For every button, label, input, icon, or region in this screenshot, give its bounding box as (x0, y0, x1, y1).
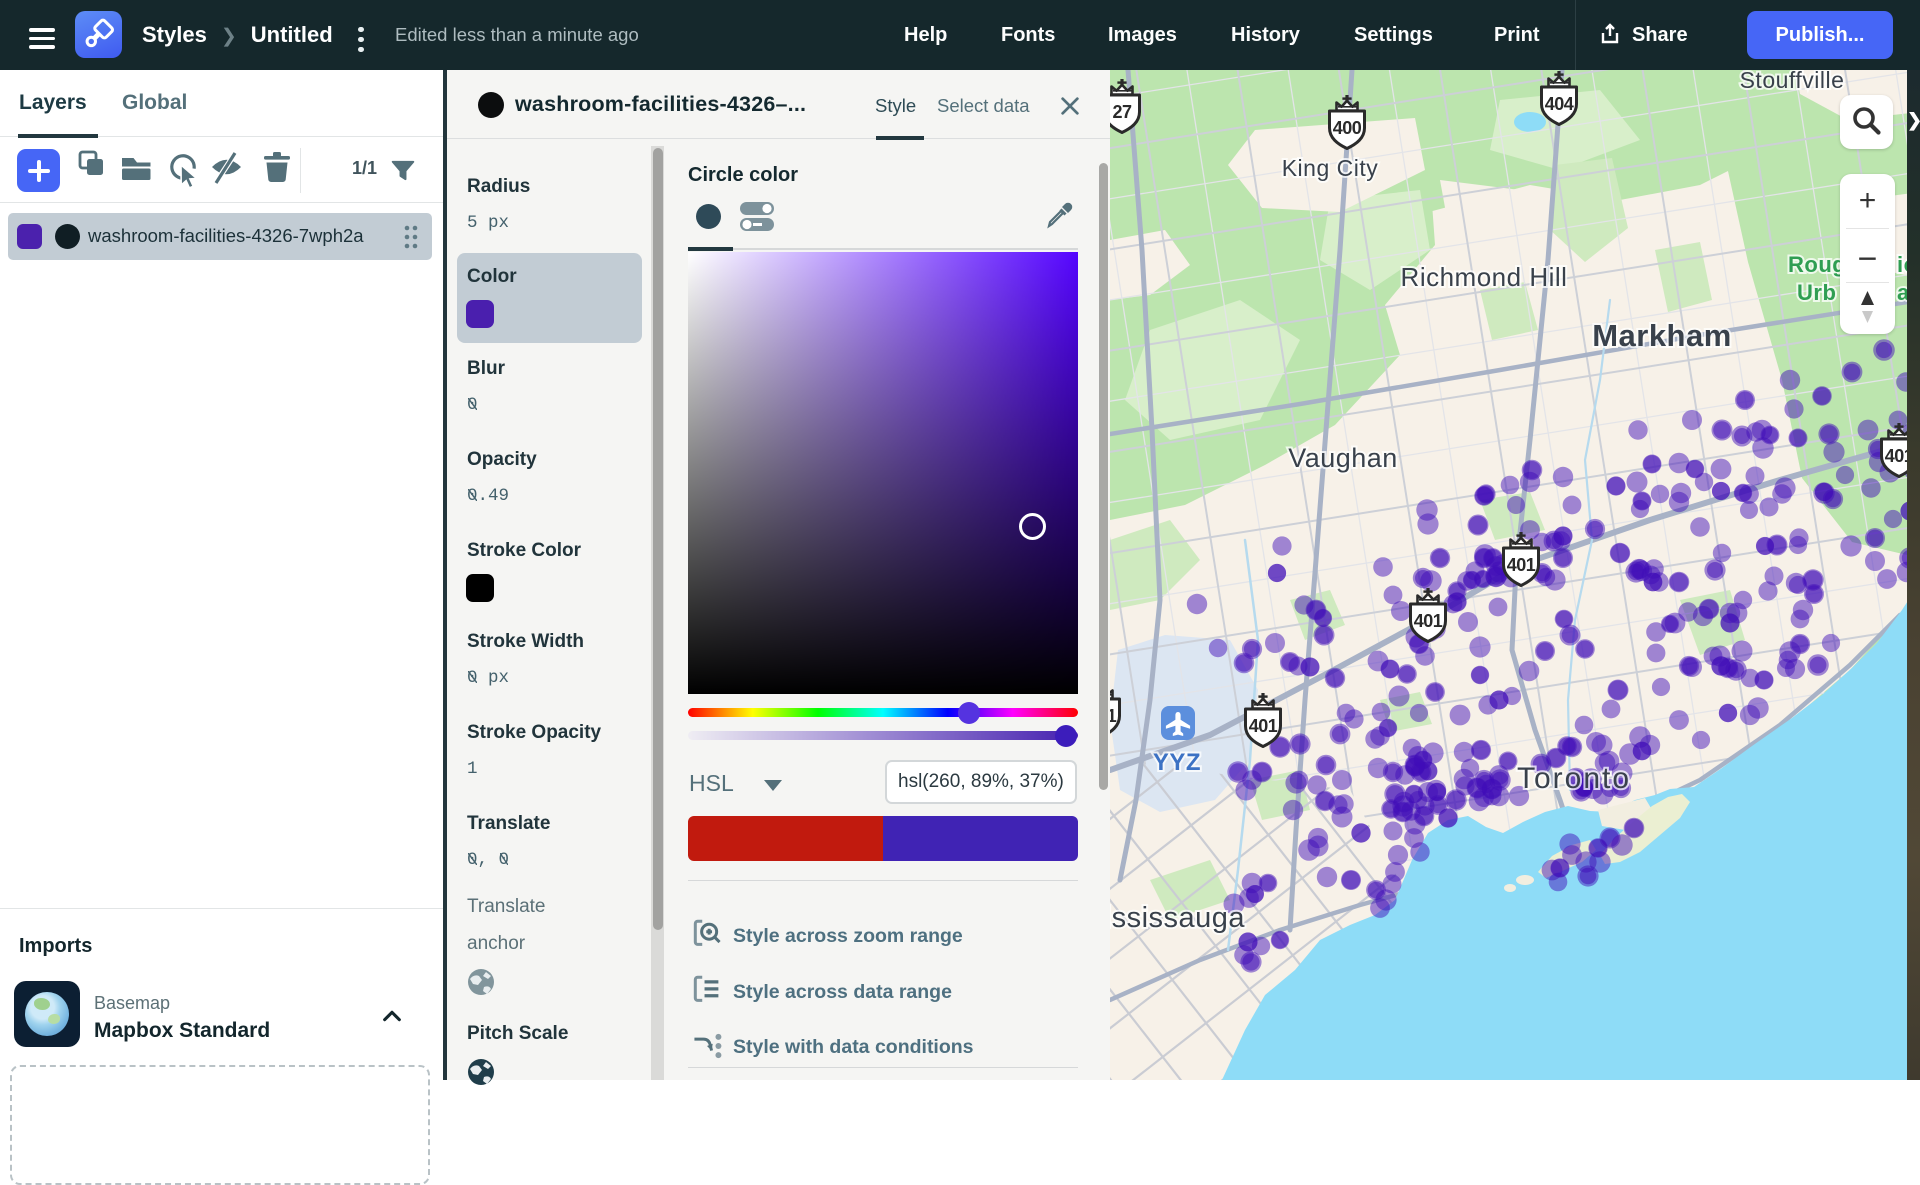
svg-text:400: 400 (1333, 118, 1362, 138)
svg-text:Toronto: Toronto (1517, 762, 1631, 795)
svg-text:Markham: Markham (1592, 318, 1732, 353)
svg-text:401: 401 (1507, 555, 1536, 575)
svg-text:Vaughan: Vaughan (1288, 443, 1398, 473)
svg-text:Urb: Urb (1797, 280, 1836, 305)
svg-text:Mississauga: Mississauga (1110, 902, 1245, 934)
svg-text:King City: King City (1282, 155, 1379, 181)
svg-text:Roug: Roug (1788, 252, 1846, 277)
svg-text:27: 27 (1112, 102, 1132, 122)
svg-text:404: 404 (1545, 94, 1574, 114)
svg-text:401: 401 (1249, 716, 1278, 736)
svg-text:YYZ: YYZ (1153, 749, 1201, 776)
svg-text:Richmond Hill: Richmond Hill (1401, 262, 1568, 292)
svg-text:Stouffville: Stouffville (1740, 70, 1845, 93)
svg-text:401: 401 (1414, 611, 1443, 631)
svg-text:401: 401 (1110, 706, 1117, 726)
